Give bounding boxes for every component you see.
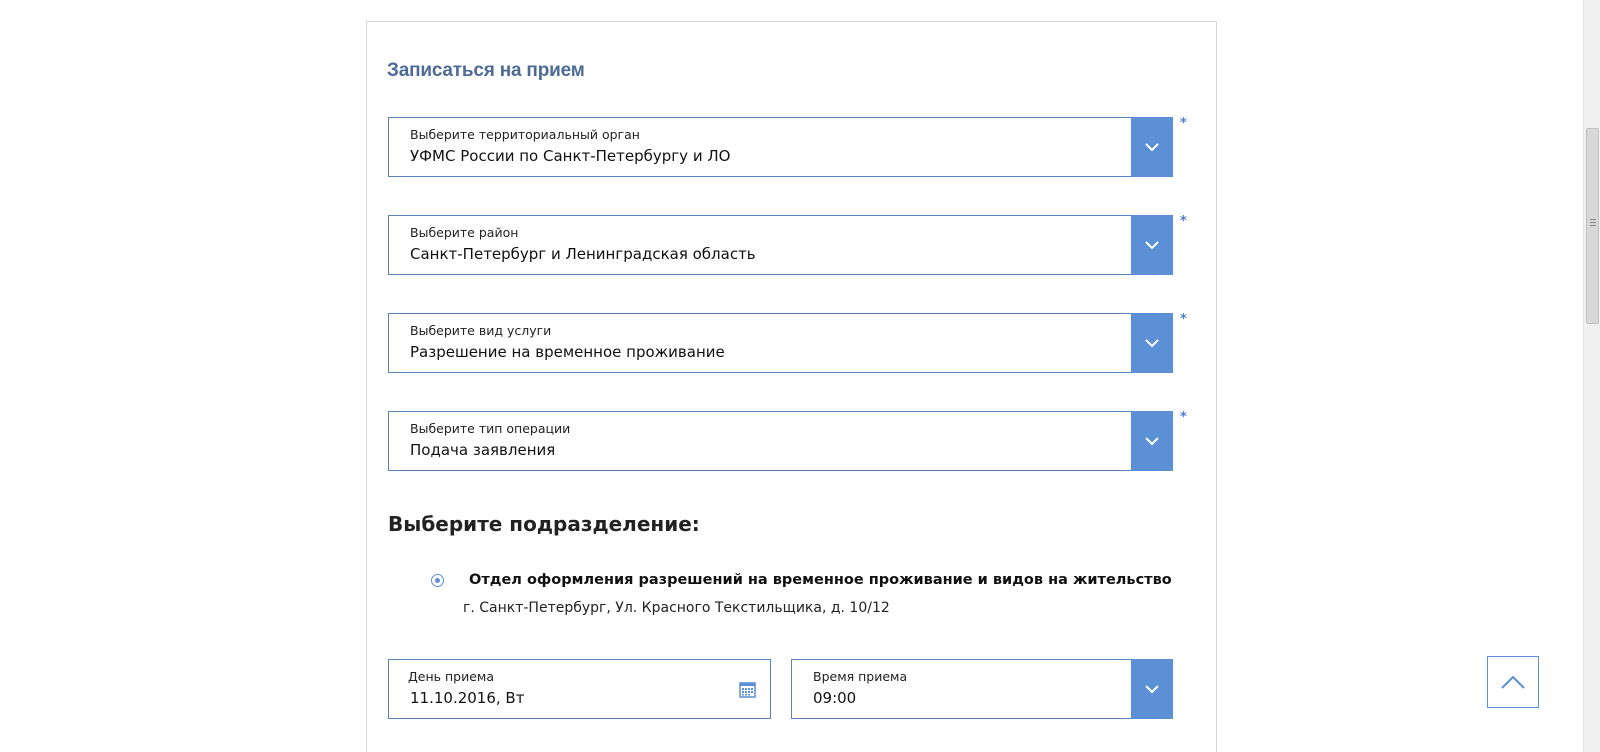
required-mark: * [1180,312,1187,327]
select-value: Санкт-Петербург и Ленинградская область [410,245,756,263]
chevron-up-icon [1501,675,1525,689]
department-address: г. Санкт-Петербург, Ул. Красного Текстил… [463,600,890,616]
time-label: Время приема [813,669,908,684]
dropdown-button[interactable] [1131,411,1173,471]
subdivision-heading: Выберите подразделение: [388,512,700,536]
scrollbar-thumb[interactable] [1586,128,1599,324]
chevron-down-icon [1145,685,1159,694]
chevron-down-icon [1145,339,1159,348]
dropdown-button[interactable] [1131,659,1173,719]
select-value: УФМС России по Санкт-Петербургу и ЛО [410,147,731,165]
dropdown-button[interactable] [1131,313,1173,373]
dropdown-button[interactable] [1131,215,1173,275]
appointment-time-select[interactable]: Время приема 09:00 [791,659,1173,719]
required-mark: * [1180,214,1187,229]
dropdown-button[interactable] [1131,117,1173,177]
appointment-date-field[interactable]: День приема 11.10.2016, Вт [388,659,771,719]
select-value: Подача заявления [410,441,556,459]
select-label: Выберите тип операции [410,421,571,436]
select-label: Выберите район [410,225,519,240]
chevron-down-icon [1145,241,1159,250]
operation-type-select[interactable]: Выберите тип операции Подача заявления [388,411,1173,471]
date-label: День приема [408,669,494,684]
department-radio[interactable] [431,574,444,587]
service-type-select[interactable]: Выберите вид услуги Разрешение на времен… [388,313,1173,373]
select-label: Выберите территориальный орган [410,127,640,142]
time-value: 09:00 [813,689,857,707]
scroll-to-top-button[interactable] [1487,656,1539,708]
district-select[interactable]: Выберите район Санкт-Петербург и Ленингр… [388,215,1173,275]
date-value: 11.10.2016, Вт [410,689,525,707]
territorial-body-select[interactable]: Выберите территориальный орган УФМС Росс… [388,117,1173,177]
chevron-down-icon [1145,437,1159,446]
select-value: Разрешение на временное проживание [410,343,725,361]
select-label: Выберите вид услуги [410,323,552,338]
calendar-icon[interactable] [739,681,756,698]
required-mark: * [1180,410,1187,425]
department-name[interactable]: Отдел оформления разрешений на временное… [469,572,1172,588]
required-mark: * [1180,116,1187,131]
chevron-down-icon [1145,143,1159,152]
vertical-scrollbar[interactable] [1583,0,1600,752]
grip-icon [1590,219,1596,227]
form-title: Записаться на прием [387,60,585,81]
